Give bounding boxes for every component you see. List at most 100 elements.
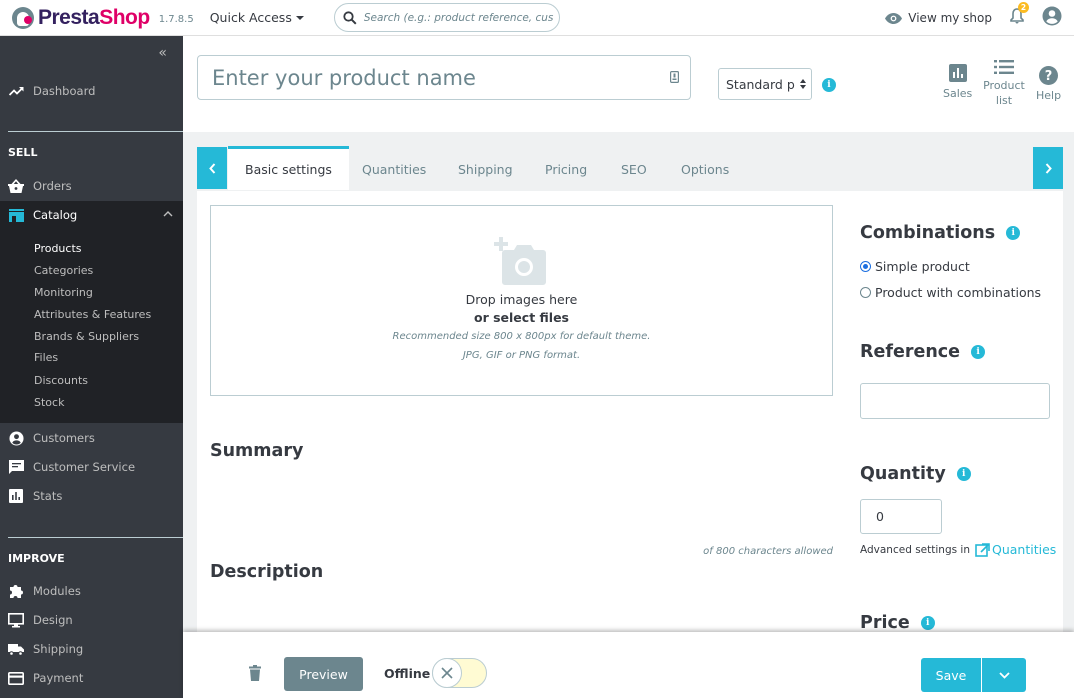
sidebar-divider <box>8 131 183 132</box>
tabs-scroll-right-button[interactable] <box>1033 147 1063 189</box>
info-icon[interactable]: i <box>920 616 935 630</box>
radio-button[interactable] <box>860 287 871 298</box>
truck-icon <box>8 643 24 656</box>
quantity-input[interactable]: 0 <box>860 499 942 534</box>
sidebar-sub-brands[interactable]: Brands & Suppliers <box>34 330 139 343</box>
search-box[interactable] <box>333 3 560 32</box>
save-options-dropdown[interactable] <box>982 658 1026 692</box>
quantities-link[interactable]: Quantities <box>975 542 1056 557</box>
summary-char-count: of 800 characters allowed <box>703 546 833 557</box>
version-label: 1.7.8.5 <box>158 14 194 25</box>
sidebar-item-design[interactable]: Design <box>0 606 183 634</box>
translate-keyboard-icon[interactable] <box>670 71 679 83</box>
product-type-select[interactable]: Standard p <box>718 68 812 100</box>
bar-chart-icon <box>948 64 967 82</box>
help-icon: ? <box>1039 66 1059 85</box>
reference-heading: Reference i <box>860 342 986 362</box>
reference-input[interactable] <box>860 383 1050 419</box>
basket-icon <box>8 179 24 193</box>
dropzone-format-hint: JPG, GIF or PNG format. <box>462 350 581 361</box>
sidebar-item-dashboard[interactable]: Dashboard <box>0 77 183 105</box>
sidebar-item-customer-service[interactable]: Customer Service <box>0 453 183 481</box>
list-icon <box>994 60 1014 74</box>
sidebar-item-stats[interactable]: Stats <box>0 482 183 510</box>
sidebar-sub-products[interactable]: Products <box>34 242 82 255</box>
catalog-expanded-block: Catalog Products Categories Monitoring A… <box>0 201 183 423</box>
info-icon[interactable]: i <box>956 467 971 481</box>
product-list-button[interactable]: Product list <box>983 60 1025 108</box>
user-menu-button[interactable] <box>1042 6 1062 30</box>
sidebar-item-modules[interactable]: Modules <box>0 577 183 605</box>
info-icon[interactable]: i <box>1006 226 1021 240</box>
search-icon <box>343 10 357 25</box>
summary-title: Summary <box>210 441 304 461</box>
sidebar-label: Payment <box>33 671 84 685</box>
sidebar-label: Catalog <box>33 208 78 222</box>
product-tabs: Basic settings Quantities Shipping Prici… <box>197 146 1063 191</box>
search-input[interactable] <box>363 11 554 24</box>
info-icon[interactable]: i <box>971 345 986 359</box>
tab-quantities[interactable]: Quantities <box>362 147 426 191</box>
dropzone-text: Drop images here <box>465 292 578 307</box>
tab-seo[interactable]: SEO <box>621 147 647 191</box>
quantity-title: Quantity <box>860 464 946 484</box>
preview-button[interactable]: Preview <box>284 657 363 691</box>
quantities-link-label: Quantities <box>991 542 1057 557</box>
section-improve: IMPROVE <box>8 552 65 565</box>
trash-icon[interactable] <box>249 665 261 681</box>
sidebar-label: Customers <box>33 431 95 445</box>
account-circle-icon <box>1042 6 1062 26</box>
sidebar-label: Dashboard <box>33 84 96 98</box>
radio-label: Product with combinations <box>875 285 1042 300</box>
view-my-shop-link[interactable]: View my shop <box>885 11 992 25</box>
sidebar-item-payment[interactable]: Payment <box>0 664 183 692</box>
radio-product-with-combinations[interactable]: Product with combinations <box>860 285 1041 300</box>
sidebar-item-orders[interactable]: Orders <box>0 172 183 200</box>
sidebar: « Dashboard SELL Orders Catalog Products… <box>0 36 183 698</box>
tabs-scroll-left-button[interactable] <box>197 147 227 189</box>
tab-options[interactable]: Options <box>681 147 729 191</box>
sidebar-divider <box>8 537 183 538</box>
product-name-field[interactable] <box>197 55 691 100</box>
tab-pricing[interactable]: Pricing <box>545 147 587 191</box>
desktop-icon <box>8 612 24 627</box>
quick-access-label: Quick Access <box>209 10 292 25</box>
online-toggle[interactable] <box>432 658 487 688</box>
external-link-icon <box>975 542 990 557</box>
sidebar-sub-stock[interactable]: Stock <box>34 396 64 409</box>
prestashop-logo[interactable]: PrestaShop <box>12 6 150 30</box>
svg-text:?: ? <box>1045 69 1053 84</box>
tab-shipping[interactable]: Shipping <box>458 147 513 191</box>
sidebar-item-shipping[interactable]: Shipping <box>0 635 183 663</box>
info-icon[interactable]: i <box>822 78 836 92</box>
help-button[interactable]: ? Help <box>1036 66 1061 103</box>
select-files-link[interactable]: or select files <box>211 310 832 325</box>
price-title: Price <box>860 613 910 633</box>
sidebar-sub-attributes[interactable]: Attributes & Features <box>34 308 151 321</box>
tab-basic-settings[interactable]: Basic settings <box>228 146 349 190</box>
image-dropzone[interactable]: Drop images here or select files Recomme… <box>210 205 833 396</box>
sidebar-sub-discounts[interactable]: Discounts <box>34 374 88 387</box>
right-column: Combinations i Simple product Product wi… <box>860 191 1063 633</box>
quick-access-dropdown[interactable]: Quick Access <box>210 10 304 25</box>
sidebar-sub-monitoring[interactable]: Monitoring <box>34 286 93 299</box>
collapse-sidebar-icon[interactable]: « <box>158 45 166 61</box>
radio-label: Simple product <box>875 259 970 274</box>
combinations-title: Combinations <box>860 223 996 243</box>
reference-title: Reference <box>860 342 961 362</box>
save-button[interactable]: Save <box>921 658 981 692</box>
radio-simple-product[interactable]: Simple product <box>860 259 970 274</box>
sidebar-label: Stats <box>33 489 63 503</box>
add-photo-icon <box>494 237 546 285</box>
radio-button-checked[interactable] <box>860 261 871 272</box>
sidebar-item-catalog[interactable]: Catalog <box>0 201 183 229</box>
sidebar-item-customers[interactable]: Customers <box>0 424 183 452</box>
product-name-input[interactable] <box>212 65 652 90</box>
sidebar-sub-files[interactable]: Files <box>34 351 58 364</box>
notifications-button[interactable]: 2 <box>1010 2 1029 28</box>
dropzone-hint: Recommended size 800 x 800px for default… <box>392 331 651 342</box>
puffin-logo-icon <box>12 6 34 29</box>
sidebar-sub-categories[interactable]: Categories <box>34 264 93 277</box>
chat-icon <box>8 459 24 474</box>
sales-button[interactable]: Sales <box>943 64 972 101</box>
